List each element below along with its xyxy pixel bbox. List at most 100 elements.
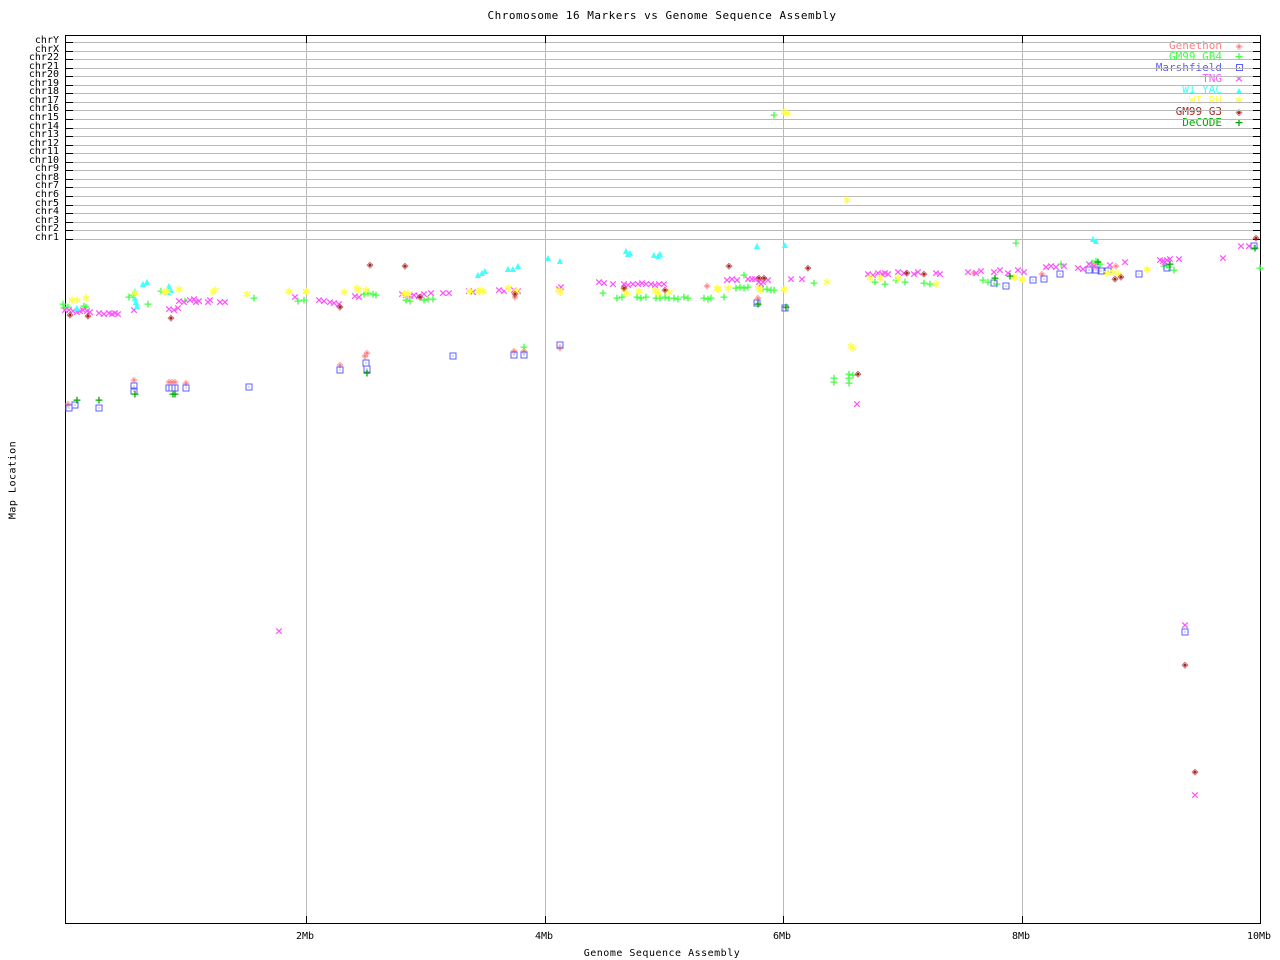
marker-wi_rh: ∗ bbox=[781, 106, 793, 120]
y-tick-left bbox=[66, 222, 73, 223]
y-tick-right bbox=[1253, 76, 1260, 77]
y-tick-right bbox=[1253, 222, 1260, 223]
y-tick-right bbox=[1253, 162, 1260, 163]
y-axis-title: Map Location bbox=[7, 440, 19, 520]
x-tick-bottom bbox=[783, 916, 784, 923]
marker-wi_rh: ∗ bbox=[474, 283, 486, 297]
y-tick-right bbox=[1253, 179, 1260, 180]
y-tick-right bbox=[1253, 196, 1260, 197]
marker-gm99_g3: ◈ bbox=[620, 283, 628, 294]
y-tick-left bbox=[66, 110, 73, 111]
marker-gm99_g3: ◈ bbox=[661, 285, 669, 296]
gridline-chr21 bbox=[66, 68, 1260, 69]
marker-decode: + bbox=[781, 300, 791, 314]
marker-gm99_gb4: + bbox=[769, 108, 779, 122]
gridline-chr7 bbox=[66, 187, 1260, 188]
gridline-chr18 bbox=[66, 93, 1260, 94]
gridline-chr1 bbox=[66, 239, 1260, 240]
marker-wi_rh: ∗ bbox=[554, 285, 566, 299]
gridline-chr11 bbox=[66, 153, 1260, 154]
x-tick-bottom bbox=[306, 916, 307, 923]
marker-decode: + bbox=[990, 271, 1000, 285]
marker-gm99_g3: ◈ bbox=[1181, 660, 1189, 671]
marker-wi_rh: ∗ bbox=[712, 282, 724, 296]
gridline-chr16 bbox=[66, 110, 1260, 111]
marker-decode: + bbox=[1093, 255, 1103, 269]
marker-decode: + bbox=[1005, 269, 1015, 283]
y-tick-left bbox=[66, 102, 73, 103]
marker-wi_rh: ∗ bbox=[821, 275, 833, 289]
marker-tng: × bbox=[113, 307, 123, 321]
y-tick-left bbox=[66, 179, 73, 180]
y-tick-left bbox=[66, 153, 73, 154]
marker-wi_yac: ▲ bbox=[626, 248, 634, 257]
marker-genethon: ◈ bbox=[703, 281, 711, 292]
marker-wi_yac: ▲ bbox=[781, 240, 789, 249]
x-tick-bottom bbox=[1022, 916, 1023, 923]
marker-wi_rh: ∗ bbox=[300, 284, 312, 298]
chart-canvas: Chromosome 16 Markers vs Genome Sequence… bbox=[0, 0, 1280, 960]
marker-tng: × bbox=[976, 264, 986, 278]
marker-gm99_g3: ◈ bbox=[511, 289, 519, 300]
marker-gm99_g3: ◈ bbox=[725, 261, 733, 272]
y-tick-right bbox=[1253, 102, 1260, 103]
marker-tng: × bbox=[852, 397, 862, 411]
marker-tng: × bbox=[1059, 259, 1069, 273]
marker-marshfield bbox=[556, 341, 564, 349]
marker-marshfield bbox=[520, 351, 528, 359]
gridline-chr15 bbox=[66, 119, 1260, 120]
gridline-chr19 bbox=[66, 85, 1260, 86]
marker-decode: + bbox=[94, 393, 104, 407]
marker-wi_yac: ▲ bbox=[544, 253, 552, 262]
y-tick-right bbox=[1253, 145, 1260, 146]
marker-decode: + bbox=[753, 297, 763, 311]
marker-decode: + bbox=[362, 366, 372, 380]
marker-wi_rh: ∗ bbox=[892, 271, 904, 285]
marker-decode: + bbox=[170, 387, 180, 401]
marker-gm99_g3: ◈ bbox=[1117, 272, 1125, 283]
marker-wi_rh: ∗ bbox=[633, 284, 645, 298]
marker-gm99_gb4: + bbox=[371, 288, 381, 302]
legend-marker-wi_rh: ∗ bbox=[1222, 94, 1256, 106]
marker-wi_rh: ∗ bbox=[80, 291, 92, 305]
marker-wi_rh: ∗ bbox=[778, 282, 790, 296]
marker-gm99_g3: ◈ bbox=[167, 313, 175, 324]
marker-marshfield bbox=[182, 384, 190, 392]
marker-marshfield bbox=[1040, 275, 1048, 283]
marker-wi_rh: ∗ bbox=[754, 283, 766, 297]
marker-tng: × bbox=[1190, 788, 1200, 802]
y-tick-right bbox=[1253, 68, 1260, 69]
x-tick-bottom bbox=[545, 916, 546, 923]
marker-tng: × bbox=[274, 624, 284, 638]
marker-gm99_g3: ◈ bbox=[854, 369, 862, 380]
marker-tng: × bbox=[797, 272, 807, 286]
marker-wi_rh: ∗ bbox=[161, 284, 173, 298]
marker-gm99_gb4: + bbox=[143, 297, 153, 311]
gridline-chr2 bbox=[66, 230, 1260, 231]
marker-gm99_g3: ◈ bbox=[416, 292, 424, 303]
gridline-2Mb bbox=[306, 36, 307, 923]
marker-gm99_g3: ◈ bbox=[920, 269, 928, 280]
y-tick-left bbox=[66, 76, 73, 77]
gridline-chrY bbox=[66, 42, 1260, 43]
marker-tng: × bbox=[608, 277, 618, 291]
x-tick-label-8Mb: 8Mb bbox=[1011, 931, 1031, 942]
y-tick-left bbox=[66, 170, 73, 171]
y-tick-left bbox=[66, 205, 73, 206]
marker-wi_yac: ▲ bbox=[143, 277, 151, 286]
y-tick-left bbox=[66, 119, 73, 120]
marker-wi_rh: ∗ bbox=[209, 283, 221, 297]
x-tick-label-6Mb: 6Mb bbox=[772, 931, 792, 942]
marker-gm99_g3: ◈ bbox=[804, 263, 812, 274]
y-tick-left bbox=[66, 51, 73, 52]
gridline-chr13 bbox=[66, 136, 1260, 137]
marker-wi_rh: ∗ bbox=[864, 271, 876, 285]
gridline-chr9 bbox=[66, 170, 1260, 171]
gridline-chr20 bbox=[66, 76, 1260, 77]
marker-wi_rh: ∗ bbox=[847, 341, 859, 355]
y-tick-left bbox=[66, 93, 73, 94]
marker-wi_rh: ∗ bbox=[1141, 262, 1153, 276]
gridline-chr22 bbox=[66, 59, 1260, 60]
y-tick-left bbox=[66, 136, 73, 137]
marker-gm99_g3: ◈ bbox=[366, 260, 374, 271]
